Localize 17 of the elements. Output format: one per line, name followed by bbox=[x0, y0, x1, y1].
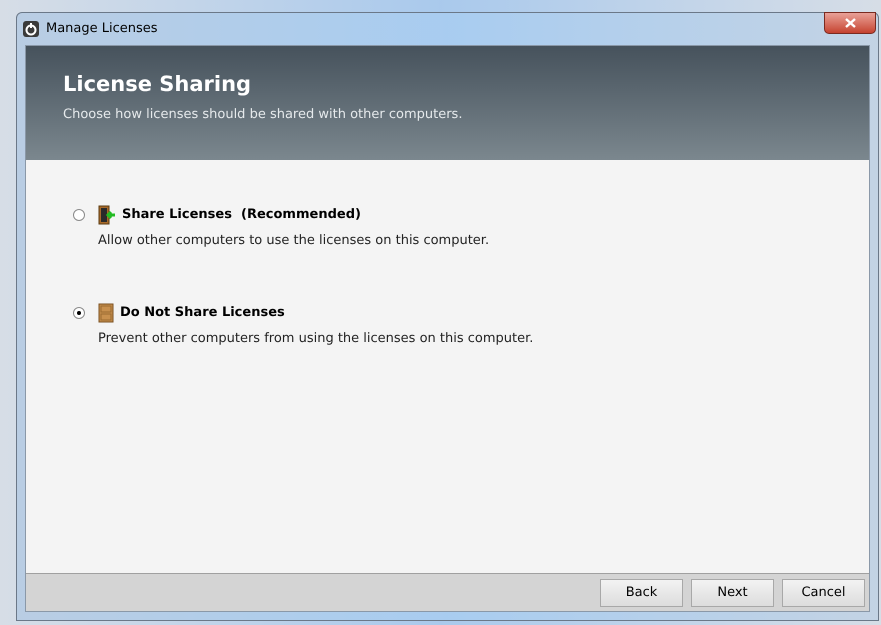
door-arrow-icon bbox=[98, 205, 116, 225]
option-description: Allow other computers to use the licenses on this computer. bbox=[97, 232, 490, 250]
header-title: License Sharing bbox=[63, 74, 252, 95]
back-button[interactable]: Back bbox=[600, 578, 683, 606]
option-label[interactable]: Do Not Share Licenses bbox=[120, 302, 285, 322]
door-icon bbox=[98, 302, 114, 322]
option-label[interactable]: Share Licenses (Recommended) bbox=[122, 205, 361, 225]
header-subtitle: Choose how licenses should be shared with other computers. bbox=[63, 106, 464, 124]
cancel-button[interactable]: Cancel bbox=[782, 578, 865, 606]
radio-button[interactable] bbox=[73, 306, 85, 318]
app-icon bbox=[22, 20, 40, 38]
close-icon bbox=[844, 18, 856, 28]
radio-button[interactable] bbox=[73, 209, 85, 221]
option-description: Prevent other computers from using the licenses on this computer. bbox=[97, 330, 534, 348]
next-button[interactable]: Next bbox=[691, 578, 774, 606]
close-button[interactable] bbox=[824, 12, 876, 34]
window-title: Manage Licenses bbox=[46, 20, 158, 38]
